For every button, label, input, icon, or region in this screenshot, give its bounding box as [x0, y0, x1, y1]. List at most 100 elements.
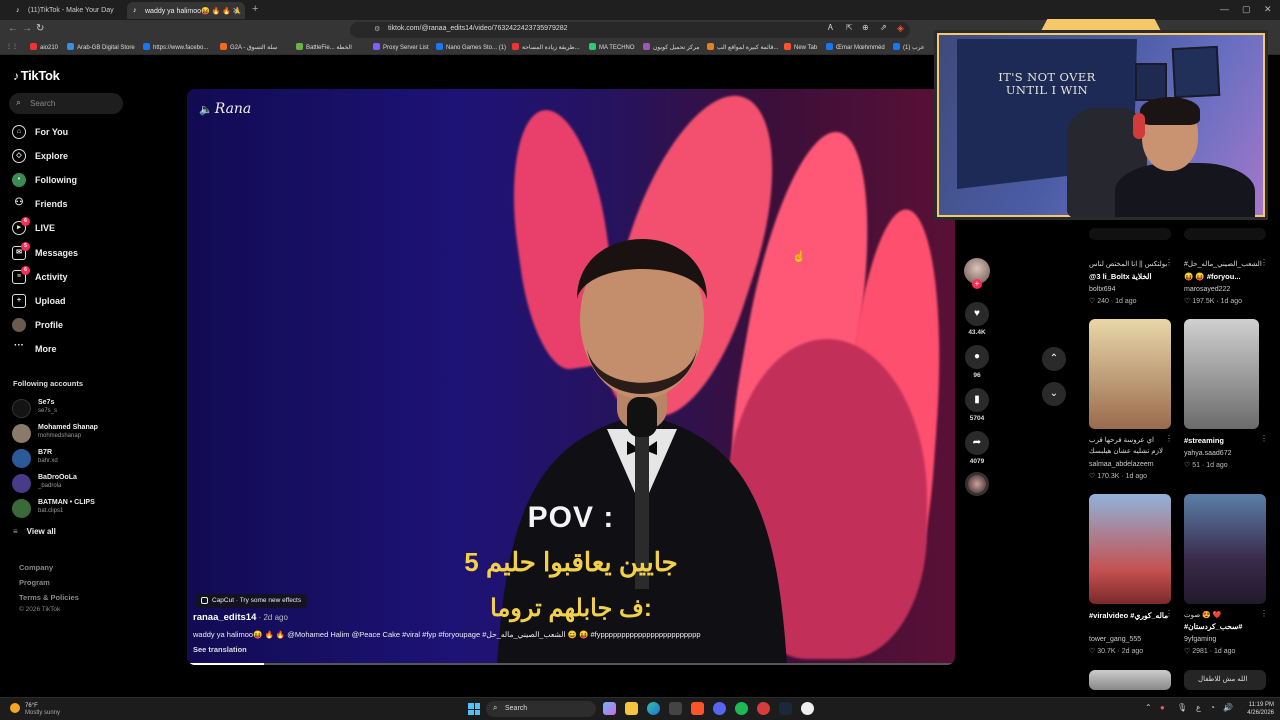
browser-tab-tiktok-home[interactable]: ♪ (11)TikTok - Make Your Day [10, 2, 125, 19]
reco-card[interactable]: ⋮ #streaming yahya.saad672 ♡ 51 · 1d ago [1184, 319, 1268, 479]
bookmark-item[interactable]: قائمة كبيرة لمواقع الب... [707, 43, 779, 51]
reco-card[interactable]: الله مش للاطفال [1184, 670, 1268, 690]
streamer-body [1115, 163, 1255, 217]
comment-button[interactable]: ● 96 [965, 345, 989, 379]
copilot-icon[interactable] [603, 702, 616, 715]
bookmark-item[interactable]: مركز تحميل كوبون [643, 43, 700, 51]
reload-icon[interactable]: ↻ [36, 23, 44, 34]
forward-icon[interactable]: → [22, 23, 32, 34]
translate-icon[interactable]: Ꭺ [828, 23, 833, 33]
following-account[interactable]: Se7s se7s_s [12, 397, 132, 419]
bookmark-item[interactable]: Nano Games Sto... (1) [436, 43, 506, 51]
search-input[interactable]: ⌕ Search [9, 93, 123, 114]
bookmark-item[interactable]: (1) عرب [893, 43, 925, 51]
edge-icon[interactable] [647, 702, 660, 715]
apps-icon[interactable]: ⋮⋮ [6, 43, 18, 50]
bookmark-item[interactable]: aio210 [30, 43, 58, 51]
taskbar-search[interactable]: ⌕ Search [486, 701, 596, 717]
share-button[interactable]: ➦ 4079 [965, 431, 989, 465]
steam-icon[interactable] [779, 702, 792, 715]
like-button[interactable]: ♥ 43.4K [965, 302, 989, 336]
nav-activity[interactable]: ≡ 6 Activity [12, 266, 132, 287]
nav-more[interactable]: ··· More [12, 341, 132, 359]
reco-thumbnail [1089, 228, 1171, 240]
follow-plus-icon[interactable]: + [972, 279, 982, 289]
footer-terms[interactable]: Terms & Policies [19, 593, 79, 602]
bookmark-item[interactable]: MA TECHNO [589, 43, 635, 51]
discord-icon[interactable] [713, 702, 726, 715]
open-in-app-icon[interactable]: ⇱ [846, 23, 853, 32]
file-explorer-icon[interactable] [625, 702, 638, 715]
reco-card[interactable]: ⋮ #viralvideo #ماله_كوري tower_gang_555 … [1089, 494, 1173, 659]
store-icon[interactable] [669, 702, 682, 715]
reco-card[interactable] [1089, 670, 1173, 690]
microphone-icon[interactable]: 🎙 [1177, 703, 1187, 712]
nav-upload[interactable]: + Upload [12, 293, 132, 311]
minimize-icon[interactable]: — [1220, 4, 1229, 14]
save-button[interactable]: ▮ 5704 [965, 388, 989, 422]
tray-app-icon[interactable]: ● [1160, 703, 1165, 712]
footer-company[interactable]: Company [19, 563, 53, 572]
following-account[interactable]: BaDroOoLa _badrola [12, 472, 132, 494]
volume-icon[interactable]: 🔊 [1223, 703, 1233, 712]
share-icon[interactable]: ⇗ [880, 23, 887, 32]
nav-messages[interactable]: ✉ 5 Messages [12, 242, 132, 263]
hand-cursor-icon: ☝ [792, 251, 806, 263]
spotify-icon[interactable] [735, 702, 748, 715]
start-button[interactable] [468, 703, 480, 715]
back-icon[interactable]: ← [8, 23, 18, 34]
reco-card[interactable]: ⋮ #الشعب_الصيني_ماله_حل 😝 😝 #foryou... m… [1184, 228, 1268, 308]
wifi-icon[interactable]: ◔ [1210, 703, 1215, 712]
nav-profile[interactable]: Profile [12, 317, 132, 335]
bookmark-item[interactable]: New Tab [784, 43, 817, 51]
view-all-button[interactable]: ≡ View all [13, 527, 56, 536]
nav-live[interactable]: ▸ 6 LIVE [12, 217, 132, 238]
taskbar-clock[interactable]: 11:19 PM 4/26/2026 [1238, 701, 1274, 717]
nav-friends[interactable]: ⚇ Friends [12, 196, 132, 214]
bookmark-item[interactable]: G2A - سلة التسوق [220, 43, 277, 51]
site-info-icon[interactable]: ⚙ [374, 25, 380, 33]
tiktok-logo[interactable]: ♪ TikTok [13, 68, 60, 83]
url-field[interactable]: ⚙ tiktok.com/@ranaa_edits14/video/763242… [350, 22, 910, 38]
avatar [12, 424, 31, 443]
bookmark-item[interactable]: BattleFie... الخطة [296, 43, 352, 51]
music-disc-icon[interactable] [965, 472, 989, 496]
following-account[interactable]: BATMAN • CLIPS bat.clips1 [12, 497, 132, 519]
share-count: 4079 [969, 458, 985, 465]
app-icon[interactable] [757, 702, 770, 715]
next-video-button[interactable]: ⌄ [1042, 382, 1066, 406]
bookmark-item[interactable]: Œmar Mœhmméd [826, 43, 885, 51]
nav-explore[interactable]: ◇ Explore [12, 148, 132, 166]
browser-tab-video[interactable]: ♪ waddy ya halimoo😝 🔥 🔥 🙏 ✕ [127, 2, 245, 19]
following-account[interactable]: B7R bahr.xd [12, 447, 132, 469]
brave-shield-icon[interactable]: ◈ [897, 23, 904, 34]
see-translation-link[interactable]: See translation [193, 645, 247, 654]
bookmark-item[interactable]: https://www.facebo... [143, 43, 208, 51]
previous-video-button[interactable]: ⌃ [1042, 347, 1066, 371]
obs-icon[interactable] [801, 702, 814, 715]
nav-for-you[interactable]: ⌂ For You [12, 124, 132, 142]
maximize-icon[interactable]: ▢ [1242, 4, 1251, 15]
reco-card[interactable]: ⋮ بولتكس || انا المختص لناس @3 li_Boltx … [1089, 228, 1173, 308]
reco-card[interactable]: ⋮ اي عروسة فرحها قرب لازم تشليه عشان هيل… [1089, 319, 1173, 480]
brave-icon[interactable] [691, 702, 704, 715]
video-progress-bar[interactable] [187, 663, 955, 665]
tray-chevron-icon[interactable]: ⌃ [1145, 703, 1152, 712]
following-account[interactable]: Mohamed Shanap mohmedshanap [12, 422, 132, 444]
windows-taskbar: 76°F Mostly sunny ⌕ Search ⌃ ● 🎙 ع ◔ 🔊 11… [0, 697, 1280, 720]
bookmark-item[interactable]: Arab-GB Digital Store [67, 43, 135, 51]
language-icon[interactable]: ع [1196, 703, 1201, 712]
bookmark-item[interactable]: طريقة زيادة المساحة... [512, 43, 580, 51]
bookmark-item[interactable]: Proxy Server List [373, 43, 429, 51]
footer-program[interactable]: Program [19, 578, 50, 587]
reco-card[interactable]: ⋮ صوت 😍 ❤️ #سحب_كردستان# 9yfgaming ♡ 298… [1184, 494, 1268, 659]
video-author[interactable]: ranaa_edits14 · 2d ago [193, 612, 288, 623]
nav-following[interactable]: • Following [12, 172, 132, 190]
zoom-icon[interactable]: ⊕ [862, 23, 869, 32]
video-player[interactable]: 🔈 Rana POV : 5 جايين يعاقبوا حليم ف جابله… [187, 89, 955, 665]
capcut-tag[interactable]: CapCut · Try some new effects [196, 594, 308, 608]
close-window-icon[interactable]: ✕ [1264, 4, 1272, 15]
new-tab-icon[interactable]: + [252, 3, 258, 15]
close-tab-icon[interactable]: ✕ [232, 6, 239, 15]
creator-avatar[interactable]: + [964, 258, 990, 289]
